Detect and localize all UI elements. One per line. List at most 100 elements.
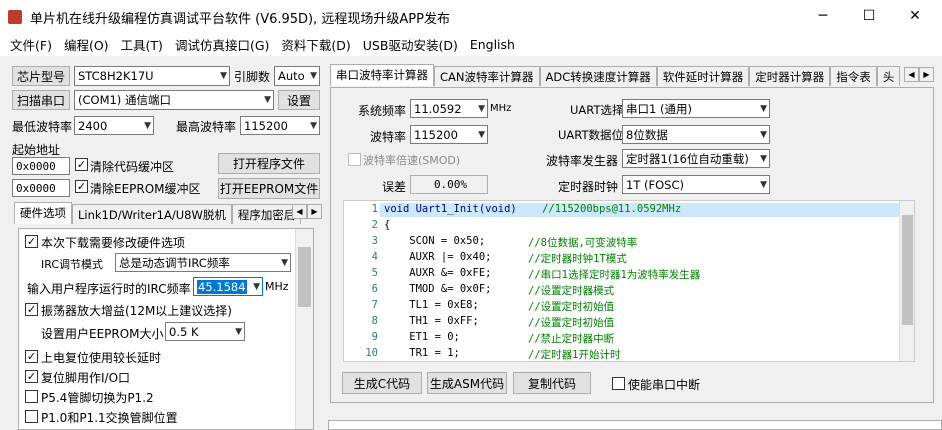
irc-freq-unit: MHz xyxy=(265,280,289,293)
p10-label: P1.0和P1.1交换管脚位置 xyxy=(41,411,178,425)
irc-freq-select[interactable]: 45.1584 ▼ xyxy=(193,277,263,296)
eeprom-size-value: 0.5 K xyxy=(169,324,199,339)
menu-bar: 文件(F) 编程(O) 工具(T) 调试仿真接口(G) 资料下载(D) USB驱… xyxy=(0,32,942,56)
chip-model-select[interactable]: STC8H2K17U ▼ xyxy=(74,66,230,86)
code-scrollbar[interactable] xyxy=(899,201,914,361)
modify-options-checkbox[interactable]: ✓ xyxy=(25,235,38,248)
double-baud-checkbox[interactable] xyxy=(348,153,361,166)
right-tab-bar: 串口波特率计算器 CAN波特率计算器 ADC转换速度计算器 软件延时计算器 定时… xyxy=(330,64,901,86)
right-tab-scroll-right-icon[interactable]: ▶ xyxy=(919,67,934,82)
tab-hardware-options[interactable]: 硬件选项 xyxy=(14,202,72,224)
open-eeprom-file-button[interactable]: 打开EEPROM文件 xyxy=(218,178,320,199)
power-delay-checkbox[interactable]: ✓ xyxy=(25,350,38,363)
baud-select[interactable]: 115200 ▼ xyxy=(410,125,488,144)
code-text: TL1 = 0xE8; xyxy=(384,299,479,311)
code-text: TMOD &= 0x0F; xyxy=(384,283,492,295)
irc-mode-label: IRC调节模式 xyxy=(41,258,104,271)
max-baud-select[interactable]: 115200 ▼ xyxy=(240,116,320,135)
irc-mode-select[interactable]: 总是动态调节IRC频率 ▼ xyxy=(115,253,291,272)
chevron-down-icon: ▼ xyxy=(310,120,317,131)
osc-gain-checkbox[interactable]: ✓ xyxy=(25,303,38,316)
tab-link1d[interactable]: Link1D/Writer1A/U8W脱机 xyxy=(72,204,232,224)
copy-code-button[interactable]: 复制代码 xyxy=(513,372,591,394)
code-address-input[interactable]: 0x0000 xyxy=(12,157,70,175)
eeprom-address-input[interactable]: 0x0000 xyxy=(12,179,70,197)
pin-count-select[interactable]: Auto ▼ xyxy=(274,66,320,86)
tab-scroll-left-icon[interactable]: ◀ xyxy=(292,204,307,219)
menu-file[interactable]: 文件(F) xyxy=(4,35,58,54)
settings-button[interactable]: 设置 xyxy=(278,90,320,110)
sys-freq-select[interactable]: 11.0592 ▼ xyxy=(410,99,488,118)
tab-timer-calc[interactable]: 定时器计算器 xyxy=(749,66,831,86)
title-bar: 单片机在线升级编程仿真调试平台软件 (V6.95D), 远程现场升级APP发布 … xyxy=(0,0,942,32)
tab-delay-calc[interactable]: 软件延时计算器 xyxy=(656,66,750,86)
line-number: 9 xyxy=(371,331,378,343)
code-text: SCON = 0x50; xyxy=(384,235,486,247)
chevron-down-icon: ▼ xyxy=(478,103,485,114)
osc-gain-label: 振荡器放大增益(12M以上建议选择) xyxy=(41,304,232,318)
tab-header[interactable]: 头 xyxy=(876,66,901,86)
maximize-button[interactable]: ☐ xyxy=(846,0,892,32)
clear-eeprom-checkbox[interactable]: ✓ xyxy=(75,180,88,193)
menu-usb-driver[interactable]: USB驱动安装(D) xyxy=(357,35,464,54)
line-number: 5 xyxy=(371,267,378,279)
clear-eeprom-label: 清除EEPROM缓冲区 xyxy=(90,182,201,196)
p10-checkbox[interactable] xyxy=(25,410,38,423)
timer-clock-select[interactable]: 1T (FOSC) ▼ xyxy=(622,175,770,194)
chip-model-button[interactable]: 芯片型号 xyxy=(12,66,70,86)
chevron-down-icon: ▼ xyxy=(760,179,767,190)
chevron-down-icon: ▼ xyxy=(235,326,242,337)
tab-uart-baud-calc[interactable]: 串口波特率计算器 xyxy=(330,64,434,86)
tab-instruction-table[interactable]: 指令表 xyxy=(830,66,877,86)
menu-english[interactable]: English xyxy=(464,37,521,52)
right-tab-scroll-left-icon[interactable]: ◀ xyxy=(904,67,919,82)
menu-program[interactable]: 编程(O) xyxy=(58,35,115,54)
p54-checkbox[interactable] xyxy=(25,390,38,403)
menu-debug[interactable]: 调试仿真接口(G) xyxy=(169,35,275,54)
tab-program-encrypt[interactable]: 程序加密后 xyxy=(231,204,302,224)
code-text: TR1 = 1; xyxy=(384,347,460,359)
menu-tools[interactable]: 工具(T) xyxy=(115,35,169,54)
menu-download[interactable]: 资料下载(D) xyxy=(275,35,356,54)
scrollbar-thumb[interactable] xyxy=(902,215,913,325)
enable-interrupt-checkbox[interactable] xyxy=(612,377,625,390)
scan-port-button[interactable]: 扫描串口 xyxy=(12,90,70,110)
open-program-file-button[interactable]: 打开程序文件 xyxy=(218,153,320,174)
line-number: 4 xyxy=(371,251,378,263)
line-number: 8 xyxy=(371,315,378,327)
line-number: 2 xyxy=(371,219,378,231)
port-select[interactable]: (COM1) 通信端口 ▼ xyxy=(74,90,274,110)
generate-asm-button[interactable]: 生成ASM代码 xyxy=(427,372,507,394)
timer-clock-label: 定时器时钟 xyxy=(558,180,619,194)
reset-pin-checkbox[interactable]: ✓ xyxy=(25,370,38,383)
line-number: 7 xyxy=(371,299,378,311)
code-comment: //设置定时器模式 xyxy=(528,285,615,297)
enable-interrupt-label: 使能串口中断 xyxy=(628,378,701,392)
uart-select-label: UART选择 xyxy=(570,103,624,117)
tab-can-baud-calc[interactable]: CAN波特率计算器 xyxy=(434,66,540,86)
code-text: TH1 = 0xFF; xyxy=(384,315,479,327)
tab-scroll-right-icon[interactable]: ▶ xyxy=(307,204,322,219)
power-delay-label: 上电复位使用较长延时 xyxy=(41,351,162,365)
uart-select[interactable]: 串口1 (通用) ▼ xyxy=(622,99,770,118)
chip-model-value: STC8H2K17U xyxy=(78,69,154,83)
chevron-down-icon: ▼ xyxy=(281,257,288,268)
baud-gen-select[interactable]: 定时器1(16位自动重载) ▼ xyxy=(622,149,770,168)
eeprom-size-select[interactable]: 0.5 K ▼ xyxy=(165,322,245,341)
line-number: 6 xyxy=(371,283,378,295)
uart-bits-select[interactable]: 8位数据 ▼ xyxy=(622,125,770,144)
hardware-scrollbar[interactable] xyxy=(295,229,313,429)
sys-freq-value: 11.0592 xyxy=(414,101,462,116)
scrollbar-thumb[interactable] xyxy=(298,247,311,307)
tab-adc-speed-calc[interactable]: ADC转换速度计算器 xyxy=(539,66,657,86)
chevron-down-icon: ▼ xyxy=(220,71,227,81)
minimize-button[interactable]: ─ xyxy=(800,0,846,32)
min-baud-select[interactable]: 2400 ▼ xyxy=(74,116,154,135)
code-comment: //定时器1开始计时 xyxy=(528,349,621,361)
generate-c-button[interactable]: 生成C代码 xyxy=(342,372,422,394)
close-button[interactable]: ✕ xyxy=(892,0,938,32)
uart-select-value: 串口1 (通用) xyxy=(626,101,692,116)
min-baud-value: 2400 xyxy=(78,118,108,133)
code-editor[interactable]: 1 void Uart1_Init(void) //115200bps@11.0… xyxy=(343,200,915,362)
clear-code-checkbox[interactable]: ✓ xyxy=(75,158,88,171)
